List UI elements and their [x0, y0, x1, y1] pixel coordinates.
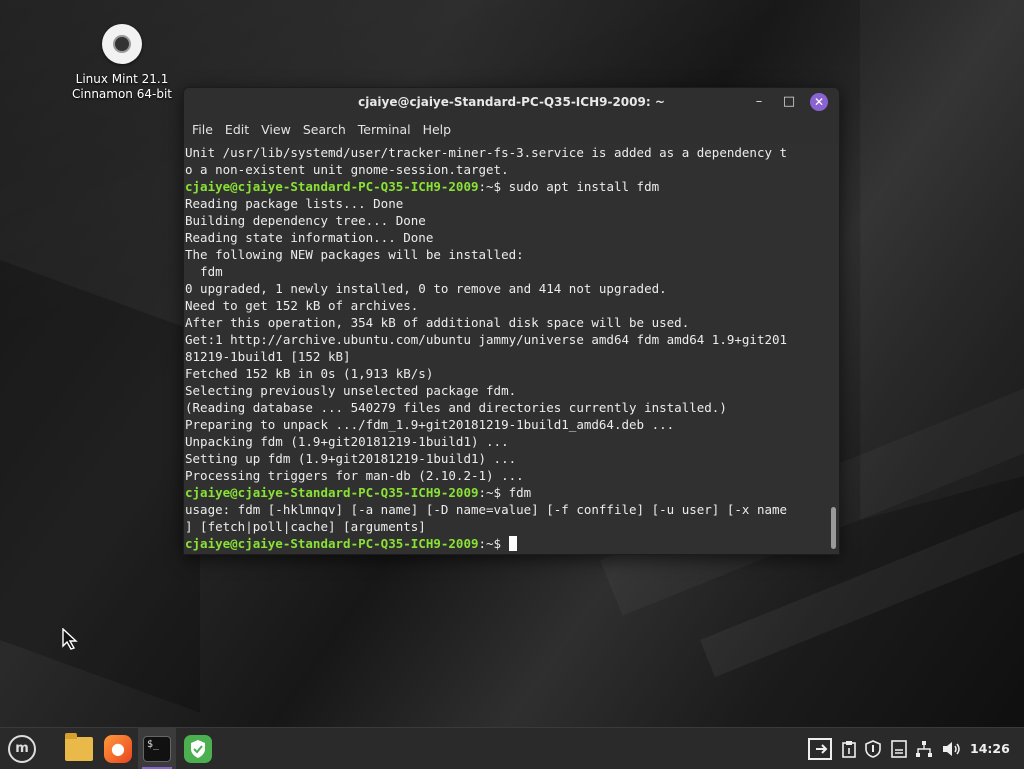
linux-mint-logo-icon: m: [8, 734, 36, 763]
taskbar-update-manager-button[interactable]: [179, 728, 217, 769]
desktop-icon-label-line1: Linux Mint 21.1: [75, 72, 169, 86]
desktop-icon-computer[interactable]: Linux Mint 21.1 Cinnamon 64-bit: [66, 24, 178, 102]
terminal-line: Unit /usr/lib/systemd/user/tracker-miner…: [185, 145, 788, 160]
terminal-line: usage: fdm [-hklmnqv] [-a name] [-D name…: [185, 502, 788, 517]
prompt-suffix: :~$: [478, 179, 509, 194]
terminal-window: cjaiye@cjaiye-Standard-PC-Q35-ICH9-2009:…: [183, 87, 840, 555]
workspace-switcher-icon[interactable]: [806, 728, 836, 769]
display-icon[interactable]: [888, 728, 910, 769]
folder-icon: [65, 732, 93, 761]
prompt-suffix: :~$: [478, 536, 509, 551]
scrollbar-thumb[interactable]: [831, 507, 836, 549]
window-titlebar[interactable]: cjaiye@cjaiye-Standard-PC-Q35-ICH9-2009:…: [184, 88, 839, 116]
terminal-icon: $_: [143, 735, 171, 762]
command-text: fdm: [508, 485, 532, 500]
menu-help[interactable]: Help: [417, 122, 458, 137]
volume-icon[interactable]: [940, 728, 964, 769]
terminal-line: Unpacking fdm (1.9+git20181219-1build1) …: [185, 434, 509, 449]
menu-view[interactable]: View: [255, 122, 297, 137]
menubar: File Edit View Search Terminal Help: [184, 116, 839, 142]
mouse-cursor-icon: [62, 627, 80, 654]
prompt-user-host: cjaiye@cjaiye-Standard-PC-Q35-ICH9-2009: [185, 485, 479, 500]
disc-icon: [102, 24, 142, 64]
terminal-line: The following NEW packages will be insta…: [185, 247, 524, 262]
taskbar-files-button[interactable]: [60, 728, 98, 769]
terminal-prompt-line[interactable]: cjaiye@cjaiye-Standard-PC-Q35-ICH9-2009:…: [185, 535, 839, 552]
prompt-user-host: cjaiye@cjaiye-Standard-PC-Q35-ICH9-2009: [185, 536, 479, 551]
menu-terminal[interactable]: Terminal: [352, 122, 417, 137]
terminal-command-line: cjaiye@cjaiye-Standard-PC-Q35-ICH9-2009:…: [185, 178, 839, 195]
terminal-output[interactable]: Unit /usr/lib/systemd/user/tracker-miner…: [184, 143, 839, 554]
terminal-line: Preparing to unpack .../fdm_1.9+git20181…: [185, 417, 675, 432]
terminal-line: Fetched 152 kB in 0s (1,913 kB/s): [185, 366, 434, 381]
terminal-line: 0 upgraded, 1 newly installed, 0 to remo…: [185, 281, 667, 296]
terminal-line: fdm: [185, 264, 223, 279]
desktop-icon-label-line2: Cinnamon 64-bit: [72, 87, 172, 101]
text-cursor: [508, 536, 517, 551]
network-icon[interactable]: [912, 728, 936, 769]
terminal-line: Get:1 http://archive.ubuntu.com/ubuntu j…: [185, 332, 788, 347]
close-button[interactable]: ✕: [810, 93, 828, 111]
network-shield-icon[interactable]: [862, 728, 884, 769]
terminal-line: Need to get 152 kB of archives.: [185, 298, 419, 313]
command-text: sudo apt install fdm: [508, 179, 660, 194]
taskbar-firefox-button[interactable]: ●: [99, 728, 137, 769]
terminal-line: (Reading database ... 540279 files and d…: [185, 400, 727, 415]
terminal-line: o a non-existent unit gnome-session.targ…: [185, 162, 509, 177]
menu-search[interactable]: Search: [297, 122, 352, 137]
taskbar-terminal-button[interactable]: $_: [138, 728, 176, 769]
terminal-line: 81219-1build1 [152 kB]: [185, 349, 351, 364]
clipboard-notes-icon[interactable]: [838, 728, 860, 769]
minimize-button[interactable]: –: [750, 93, 768, 111]
terminal-line: Selecting previously unselected package …: [185, 383, 517, 398]
terminal-command-line: cjaiye@cjaiye-Standard-PC-Q35-ICH9-2009:…: [185, 484, 839, 501]
terminal-line: After this operation, 354 kB of addition…: [185, 315, 690, 330]
start-menu-button[interactable]: m: [4, 728, 40, 769]
terminal-line: Reading state information... Done: [185, 230, 434, 245]
terminal-line: Building dependency tree... Done: [185, 213, 426, 228]
maximize-button[interactable]: □: [780, 93, 798, 111]
menu-file[interactable]: File: [186, 122, 219, 137]
taskbar: m ● $_ 14:26: [0, 727, 1024, 769]
prompt-user-host: cjaiye@cjaiye-Standard-PC-Q35-ICH9-2009: [185, 179, 479, 194]
terminal-line: Reading package lists... Done: [185, 196, 404, 211]
menu-edit[interactable]: Edit: [219, 122, 255, 137]
shield-icon: [184, 734, 212, 763]
terminal-line: Processing triggers for man-db (2.10.2-1…: [185, 468, 524, 483]
terminal-line: ] [fetch|poll|cache] [arguments]: [185, 519, 426, 534]
firefox-icon: ●: [104, 734, 132, 763]
terminal-line: Setting up fdm (1.9+git20181219-1build1)…: [185, 451, 517, 466]
taskbar-clock[interactable]: 14:26: [970, 728, 1010, 769]
prompt-suffix: :~$: [478, 485, 509, 500]
window-title: cjaiye@cjaiye-Standard-PC-Q35-ICH9-2009:…: [358, 95, 665, 109]
